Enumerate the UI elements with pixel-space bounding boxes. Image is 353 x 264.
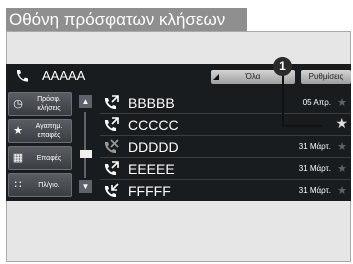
sidebar-item-recent-calls[interactable]: ◷ Πρόσφ. κλήσεις	[8, 92, 72, 116]
page-title: Οθόνη πρόσφατων κλήσεων	[9, 10, 226, 29]
filter-label: Όλα	[245, 72, 261, 81]
missed-call-icon	[104, 139, 119, 154]
history-icon: ◷	[13, 98, 23, 110]
sidebar-item-contacts[interactable]: ▦ Επαφές	[8, 146, 72, 170]
scroll-down-button[interactable]: ▼	[79, 180, 92, 193]
outgoing-call-icon	[104, 95, 119, 110]
call-date: 05 Απρ.	[302, 98, 331, 107]
call-date: 31 Μάρτ.	[298, 164, 331, 173]
star-icon[interactable]: ★	[337, 97, 347, 109]
call-row[interactable]: FFFFF 31 Μάρτ. ★	[100, 180, 351, 201]
call-name: CCCCC	[128, 117, 179, 133]
incoming-call-icon	[104, 183, 119, 198]
star-icon[interactable]: ★	[337, 185, 347, 197]
callout-badge: 1	[273, 57, 292, 76]
outgoing-call-icon	[104, 117, 119, 132]
call-name: BBBBB	[128, 95, 175, 111]
star-icon[interactable]: ★	[337, 141, 347, 153]
sidebar-item-favorites[interactable]: ★ Αγαπημ. επαφές	[8, 119, 72, 143]
settings-button[interactable]: Ρυθμίσεις	[301, 70, 351, 84]
sidebar-item-label: Πλ/γιο.	[38, 181, 60, 189]
call-name: EEEEE	[128, 161, 175, 177]
callout-leader-line	[282, 125, 322, 127]
star-icon[interactable]: ★	[337, 163, 347, 175]
outgoing-call-icon	[104, 161, 119, 176]
sidebar-item-label: Αγαπημ. επαφές	[35, 123, 63, 139]
scrollbar-thumb[interactable]	[80, 150, 92, 158]
dropdown-corner-icon	[213, 74, 219, 80]
star-icon[interactable]: ★	[335, 116, 348, 130]
call-date: 31 Μάρτ.	[298, 186, 331, 195]
call-row[interactable]: EEEEE 31 Μάρτ. ★	[100, 158, 351, 180]
sidebar-item-label: Πρόσφ. κλήσεις	[37, 96, 61, 112]
call-name: DDDDD	[128, 139, 179, 155]
call-row[interactable]: DDDDD 31 Μάρτ. ★	[100, 136, 351, 158]
call-date: 31 Μάρτ.	[298, 142, 331, 151]
top-bar: AAAAA Όλα Ρυθμίσεις	[6, 64, 351, 88]
current-phone-name: AAAAA	[42, 68, 86, 83]
keypad-icon: ∷	[14, 179, 22, 191]
recent-calls-screen: AAAAA Όλα Ρυθμίσεις ◷ Πρόσφ. κλήσεις ★ Α…	[6, 64, 351, 201]
call-row[interactable]: BBBBB 05 Απρ. ★	[100, 92, 351, 114]
sidebar-item-keypad[interactable]: ∷ Πλ/γιο.	[8, 173, 72, 197]
sidebar-item-label: Επαφές	[36, 154, 62, 162]
contacts-icon: ▦	[12, 152, 24, 164]
phone-icon	[16, 70, 28, 82]
star-icon: ★	[13, 125, 23, 137]
scroll-up-button[interactable]: ▲	[79, 95, 92, 108]
call-name: FFFFF	[128, 183, 171, 199]
scrollbar-track[interactable]	[84, 112, 86, 178]
